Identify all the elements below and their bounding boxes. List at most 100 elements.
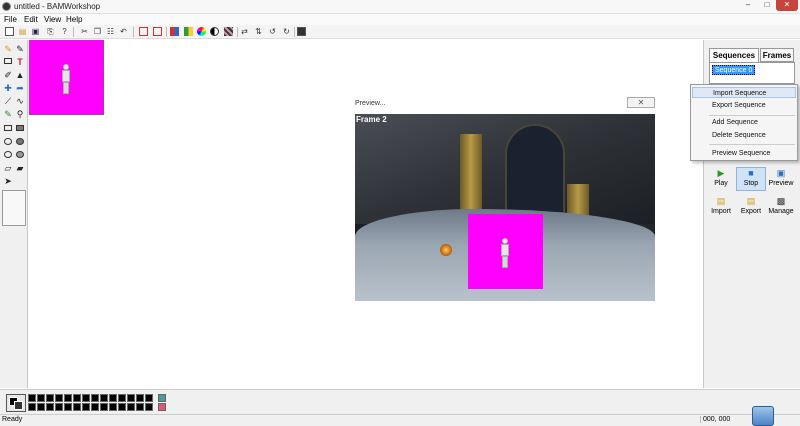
palette-swatch[interactable] <box>73 403 81 411</box>
save-icon[interactable]: ▣ <box>31 27 40 36</box>
pointer-icon[interactable]: ➤ <box>3 176 13 186</box>
polygon-icon[interactable]: ▱ <box>3 163 13 173</box>
frame-icon[interactable] <box>139 27 148 36</box>
palette-swatch[interactable] <box>46 394 54 402</box>
tiles-icon[interactable] <box>184 27 193 36</box>
preview-close-button[interactable]: ✕ <box>627 97 655 108</box>
palette-swatch[interactable] <box>55 394 63 402</box>
import-button[interactable]: ▤ Import <box>706 196 736 220</box>
color-wheel-icon[interactable] <box>197 27 206 36</box>
curve-icon[interactable]: ∿ <box>15 96 25 106</box>
maximize-button[interactable]: □ <box>756 0 778 11</box>
palette-swatch[interactable] <box>28 394 36 402</box>
menu-preview-sequence[interactable]: Preview Sequence <box>692 148 796 159</box>
palette-swatch[interactable] <box>127 394 135 402</box>
palette-swatch[interactable] <box>37 394 45 402</box>
ellipse-icon[interactable] <box>3 137 13 147</box>
tab-sequences[interactable]: Sequences <box>709 48 759 63</box>
eyedropper-icon[interactable]: ✎ <box>3 109 13 119</box>
palette-swatch[interactable] <box>28 403 36 411</box>
copy-icon[interactable]: ❐ <box>93 27 102 36</box>
filled-polygon-icon[interactable]: ▰ <box>15 163 25 173</box>
ellipse-outline-icon[interactable] <box>3 150 13 160</box>
menu-add-sequence[interactable]: Add Sequence <box>692 117 796 128</box>
move-icon[interactable]: ✚ <box>3 83 13 93</box>
menu-import-sequence[interactable]: Import Sequence <box>692 87 796 98</box>
palette-swatch[interactable] <box>64 394 72 402</box>
palette-swatch-pink[interactable] <box>158 403 166 411</box>
palette-swatch[interactable] <box>37 403 45 411</box>
preview-button[interactable]: ▣ Preview <box>766 168 796 192</box>
new-icon[interactable] <box>5 27 14 36</box>
stop-record-icon[interactable] <box>297 27 306 36</box>
palette-swatch[interactable] <box>100 394 108 402</box>
rotate-right-icon[interactable]: ↻ <box>282 27 291 36</box>
menu-delete-sequence[interactable]: Delete Sequence <box>692 130 796 141</box>
filled-ellipse-icon[interactable] <box>15 137 25 147</box>
print-icon[interactable]: ⎘ <box>46 27 55 36</box>
tab-frames[interactable]: Frames <box>760 48 794 62</box>
paste-icon[interactable]: ☷ <box>106 27 115 36</box>
color-selector[interactable] <box>6 394 26 412</box>
zoom-icon[interactable]: ⚲ <box>15 109 25 119</box>
palette-swatch[interactable] <box>118 394 126 402</box>
palette-icon[interactable] <box>170 27 179 36</box>
flip-vertical-icon[interactable]: ⇅ <box>254 27 263 36</box>
menu-help[interactable]: Help <box>66 15 82 24</box>
palette-swatch[interactable] <box>145 403 153 411</box>
palette-swatch[interactable] <box>46 403 54 411</box>
menu-edit[interactable]: Edit <box>24 15 38 24</box>
menu-view[interactable]: View <box>44 15 61 24</box>
flip-horizontal-icon[interactable]: ⇄ <box>240 27 249 36</box>
replace-icon[interactable]: ➦ <box>15 83 25 93</box>
pencil-icon[interactable]: ✐ <box>3 70 13 80</box>
text-icon[interactable]: T <box>15 57 25 67</box>
palette-swatch-teal[interactable] <box>158 394 166 402</box>
filled-rectangle-icon[interactable] <box>15 124 25 134</box>
palette-swatch[interactable] <box>109 403 117 411</box>
palette-swatch[interactable] <box>91 394 99 402</box>
play-button[interactable]: ▶ Play <box>706 168 736 192</box>
palette-swatch[interactable] <box>82 394 90 402</box>
undo-icon[interactable]: ↶ <box>119 27 128 36</box>
palette-swatch[interactable] <box>100 403 108 411</box>
pattern-icon[interactable] <box>224 27 233 36</box>
palette-swatch[interactable] <box>109 394 117 402</box>
menu-file[interactable]: File <box>4 15 17 24</box>
rectangle-icon[interactable] <box>3 124 13 134</box>
stop-button[interactable]: ■ Stop <box>736 167 766 191</box>
help-icon[interactable]: ? <box>60 27 69 36</box>
export-button[interactable]: ▤ Export <box>736 196 766 220</box>
menu-export-sequence[interactable]: Export Sequence <box>692 100 796 111</box>
preview-icon: ▣ <box>776 168 786 178</box>
filled-ellipse-alt-icon[interactable] <box>15 150 25 160</box>
close-button[interactable]: ✕ <box>776 0 798 11</box>
palette-swatch[interactable] <box>136 394 144 402</box>
fill-icon[interactable]: ▲ <box>15 70 25 80</box>
rotate-left-icon[interactable]: ↺ <box>268 27 277 36</box>
select-icon[interactable]: ✎ <box>15 44 25 54</box>
sequence-list[interactable]: Sequence 0 <box>709 62 795 84</box>
status-text: Ready <box>2 416 23 423</box>
palette-swatch[interactable] <box>136 403 144 411</box>
contrast-icon[interactable] <box>210 27 219 36</box>
palette-swatch[interactable] <box>73 394 81 402</box>
background-color[interactable] <box>14 401 23 410</box>
taskbar-app-icon[interactable] <box>752 406 774 426</box>
manage-button[interactable]: ▩ Manage <box>766 196 796 220</box>
palette-swatch[interactable] <box>55 403 63 411</box>
open-icon[interactable]: ▤ <box>18 27 27 36</box>
palette-swatch[interactable] <box>145 394 153 402</box>
palette-swatch[interactable] <box>127 403 135 411</box>
eraser-icon[interactable]: ✎ <box>3 44 13 54</box>
line-icon[interactable]: ⟋ <box>3 96 13 106</box>
frame-canvas[interactable] <box>29 40 104 115</box>
rectangle-select-icon[interactable] <box>3 57 13 67</box>
palette-swatch[interactable] <box>118 403 126 411</box>
palette-swatch[interactable] <box>91 403 99 411</box>
cut-icon[interactable]: ✂ <box>80 27 89 36</box>
palette-swatch[interactable] <box>82 403 90 411</box>
frame-alt-icon[interactable] <box>153 27 162 36</box>
palette-swatch[interactable] <box>64 403 72 411</box>
sequence-item[interactable]: Sequence 0 <box>712 65 756 75</box>
